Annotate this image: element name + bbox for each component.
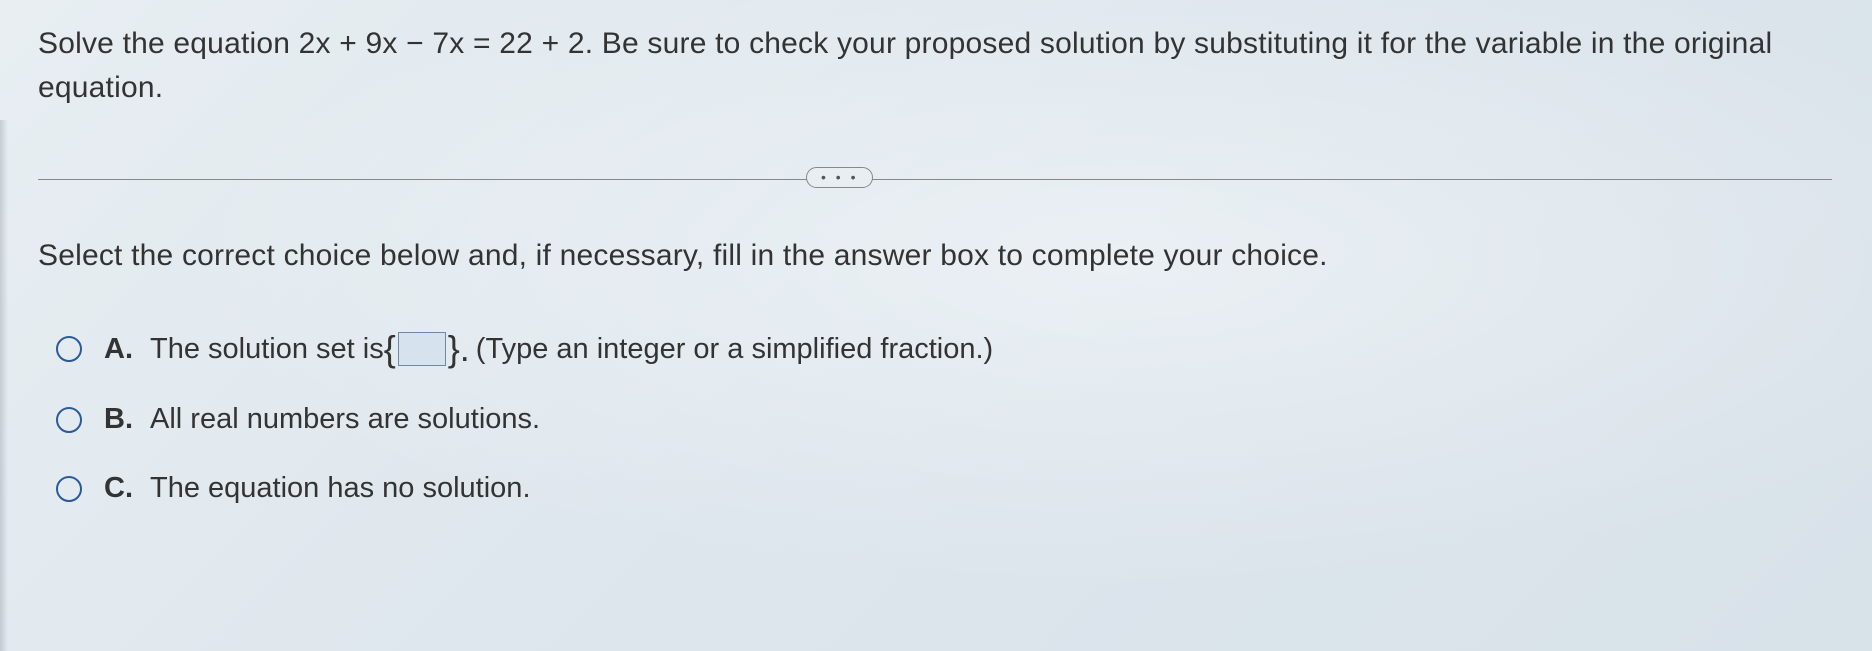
question-container: Solve the equation 2x + 9x − 7x = 22 + 2… (0, 0, 1872, 571)
divider: • • • (38, 167, 1842, 191)
option-c: C. The equation has no solution. (56, 472, 1842, 505)
brace-close: }. (448, 331, 470, 367)
option-a-prefix: The solution set is (150, 333, 384, 366)
option-b-text: All real numbers are solutions. (150, 403, 540, 436)
more-pill[interactable]: • • • (806, 167, 873, 188)
answer-input[interactable] (398, 332, 446, 366)
option-c-label: C. (104, 472, 136, 505)
radio-a[interactable] (56, 336, 82, 362)
radio-c[interactable] (56, 476, 82, 502)
radio-b[interactable] (56, 407, 82, 433)
instruction-text: Select the correct choice below and, if … (38, 239, 1842, 273)
options-group: A. The solution set is { }. (Type an int… (38, 331, 1842, 505)
option-a: A. The solution set is { }. (Type an int… (56, 331, 1842, 367)
brace-open: { (384, 331, 396, 367)
option-a-hint: (Type an integer or a simplified fractio… (476, 333, 993, 366)
option-b: B. All real numbers are solutions. (56, 403, 1842, 436)
option-a-text: The solution set is { }. (Type an intege… (150, 331, 993, 367)
divider-line (38, 179, 1832, 180)
option-a-label: A. (104, 333, 136, 366)
option-b-label: B. (104, 403, 136, 436)
question-text: Solve the equation 2x + 9x − 7x = 22 + 2… (38, 22, 1842, 109)
option-c-text: The equation has no solution. (150, 472, 531, 505)
